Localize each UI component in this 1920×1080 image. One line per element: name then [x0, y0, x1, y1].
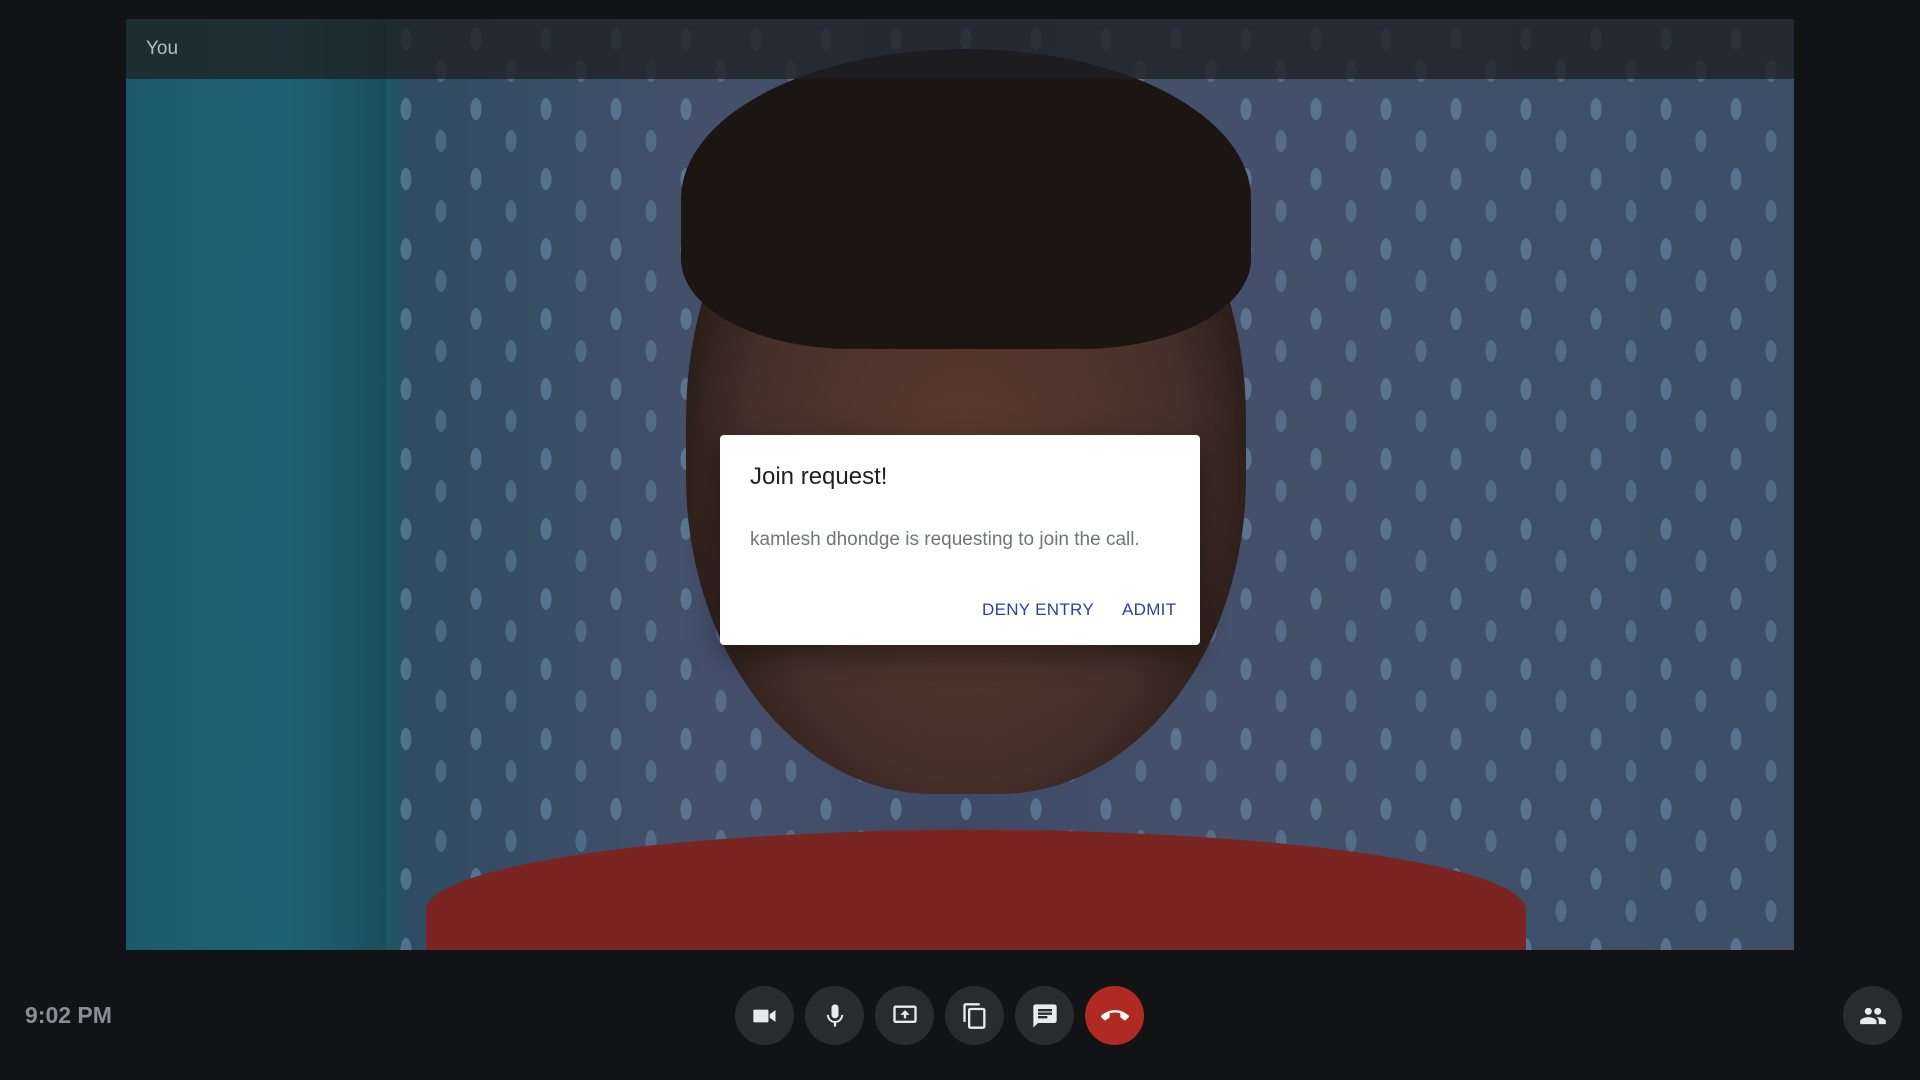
copy-link-button[interactable] — [945, 986, 1004, 1045]
copy-icon — [962, 1002, 985, 1029]
share-screen-button[interactable] — [875, 986, 934, 1045]
dialog-message: kamlesh dhondge is requesting to join th… — [750, 529, 1140, 550]
end-call-button[interactable] — [1085, 986, 1144, 1045]
admit-button[interactable]: ADMIT — [1122, 600, 1176, 620]
call-controls — [735, 986, 1144, 1045]
deny-entry-button[interactable]: DENY ENTRY — [982, 600, 1094, 620]
screen-share-icon — [892, 1005, 917, 1023]
join-request-dialog: Join request! kamlesh dhondge is request… — [720, 435, 1200, 645]
call-screen: You Join request! kamlesh dhondge is req… — [0, 0, 1920, 1080]
microphone-toggle-button[interactable] — [805, 986, 864, 1045]
tile-header: You — [126, 19, 1794, 79]
camera-toggle-button[interactable] — [735, 986, 794, 1045]
chat-button[interactable] — [1015, 986, 1074, 1045]
video-camera-icon — [752, 1009, 775, 1022]
people-icon — [1859, 1007, 1886, 1024]
video-background-left — [126, 19, 386, 950]
chat-icon — [1032, 1003, 1057, 1028]
end-call-icon — [1100, 1009, 1129, 1020]
video-person-hair — [681, 49, 1251, 349]
participants-button[interactable] — [1843, 986, 1902, 1045]
dialog-title: Join request! — [750, 463, 888, 490]
current-time: 9:02 PM — [25, 1002, 112, 1028]
microphone-icon — [826, 1003, 843, 1026]
participant-name: You — [146, 38, 179, 59]
